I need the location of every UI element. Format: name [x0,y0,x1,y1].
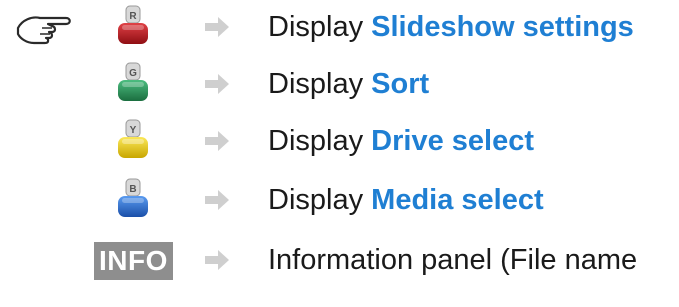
label-prefix: Display [268,68,364,100]
info-key-description: Information panel (File name [268,244,638,276]
green-key-letter: G [129,68,137,79]
label-highlight: Sort [371,68,430,100]
label-prefix: Display [268,11,364,43]
green-key: G [114,61,152,105]
label-prefix: Display [268,125,364,157]
right-arrow-icon [205,131,229,151]
label-highlight: Media select [371,184,544,216]
label-highlight: Slideshow settings [371,11,634,43]
yellow-key-description: Display Drive select [268,124,534,158]
yellow-key-letter: Y [130,125,137,136]
blue-key-letter: B [129,184,136,195]
row-blue: B Display Media select [0,173,679,229]
row-red: R Display Slideshow settings [0,0,679,56]
yellow-key: Y [114,118,152,162]
blue-key-icon: B [118,178,148,217]
red-key-letter: R [129,11,137,22]
label-highlight: Drive select [371,125,534,157]
info-key: INFO [94,242,173,280]
green-key-description: Display Sort [268,67,429,101]
red-key-icon: R [118,5,148,44]
right-arrow-icon [205,17,229,37]
red-key: R [114,4,152,48]
right-arrow-icon [205,190,229,210]
right-arrow-icon [205,74,229,94]
yellow-key-icon: Y [118,119,148,158]
red-key-description: Display Slideshow settings [268,10,634,44]
row-yellow: Y Display Drive select [0,114,679,170]
row-green: G Display Sort [0,57,679,113]
right-arrow-icon [205,250,229,270]
blue-key: B [114,177,152,221]
green-key-icon: G [118,62,148,101]
row-info: INFO Information panel (File name [0,233,679,289]
label-prefix: Display [268,184,364,216]
blue-key-description: Display Media select [268,183,544,217]
